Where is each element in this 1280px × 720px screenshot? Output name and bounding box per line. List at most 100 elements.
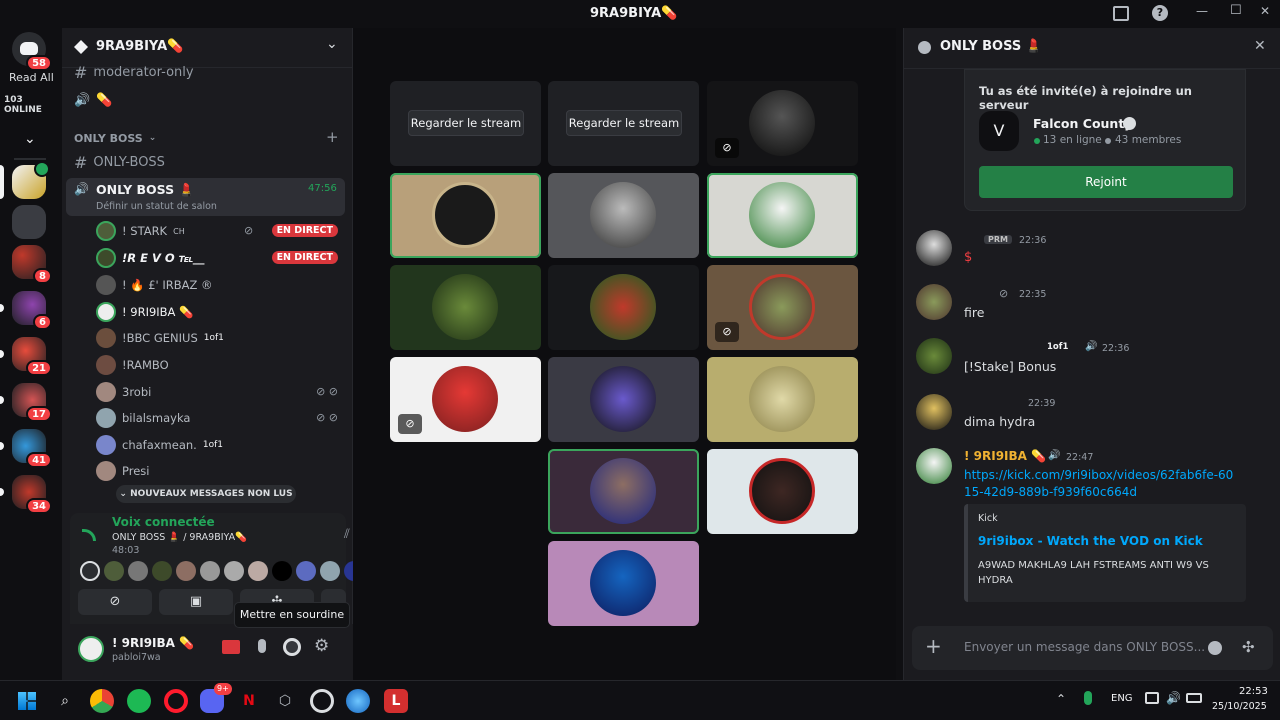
voice-user-presi[interactable]: Presi bbox=[96, 460, 149, 482]
server-omega[interactable] bbox=[12, 205, 46, 239]
stream-tile[interactable]: Regarder le stream bbox=[548, 81, 699, 166]
participant-avatar[interactable] bbox=[128, 561, 148, 581]
voice-user-rambo[interactable]: !RAMBO bbox=[96, 354, 169, 376]
spotify-icon[interactable] bbox=[127, 689, 151, 713]
invite-server-icon[interactable]: V bbox=[979, 111, 1019, 151]
server-folder-1[interactable]: 8 bbox=[12, 245, 52, 284]
server-folder-5[interactable]: 41 bbox=[0, 429, 52, 468]
avatar[interactable] bbox=[78, 636, 104, 662]
server-folder-4[interactable]: 17 bbox=[0, 383, 52, 422]
app-icon[interactable] bbox=[310, 689, 334, 713]
participant-avatar[interactable] bbox=[104, 561, 124, 581]
invite-server-name[interactable]: Falcon County bbox=[1033, 116, 1132, 131]
clock-time[interactable]: 22:53 bbox=[1239, 686, 1268, 697]
search-icon[interactable]: ⌕ bbox=[53, 689, 77, 713]
participant-tile[interactable] bbox=[548, 357, 699, 442]
join-server-button[interactable]: Rejoint bbox=[979, 166, 1233, 198]
server-folder-3[interactable]: 21 bbox=[0, 337, 52, 376]
inbox-icon[interactable] bbox=[1113, 6, 1129, 21]
netflix-icon[interactable]: N bbox=[237, 689, 261, 713]
voice-user-bbc-genius[interactable]: !BBC GENIUS 1of1 bbox=[96, 327, 224, 349]
participant-avatar[interactable] bbox=[320, 561, 340, 581]
participant-avatar[interactable] bbox=[80, 561, 100, 581]
home-button[interactable]: 58 bbox=[12, 32, 52, 71]
chevron-down-icon[interactable]: ⌄ bbox=[326, 36, 338, 52]
minimize-button[interactable]: — bbox=[1196, 4, 1208, 18]
avatar[interactable] bbox=[916, 394, 952, 430]
windows-start-icon[interactable] bbox=[15, 689, 39, 713]
app-icon[interactable] bbox=[346, 689, 370, 713]
add-attachment-icon[interactable]: + bbox=[925, 634, 942, 658]
avatar[interactable] bbox=[916, 284, 952, 320]
user-name[interactable]: ! 9RI9IBA 💊 bbox=[112, 636, 194, 650]
message-author[interactable]: ! 9RI9IBA 💊 bbox=[964, 449, 1046, 463]
channel-moderator-only[interactable]: # moderator-only bbox=[74, 61, 194, 83]
voice-user-irbaz[interactable]: ! 🔥 £' IRBAZ ® bbox=[96, 274, 213, 296]
microphone-icon[interactable] bbox=[258, 639, 266, 653]
message-composer[interactable]: + Envoyer un message dans ONLY BOSS... ✣ bbox=[912, 626, 1273, 670]
chevron-down-icon[interactable]: ⌄ bbox=[24, 131, 36, 147]
avatar[interactable] bbox=[916, 448, 952, 484]
microphone-icon[interactable] bbox=[1084, 691, 1092, 705]
participant-tile[interactable]: ⊘ bbox=[707, 265, 858, 350]
voice-user-revo[interactable]: !R E V O ℡__ bbox=[96, 247, 204, 269]
participant-tile[interactable] bbox=[707, 357, 858, 442]
watch-stream-button[interactable]: Regarder le stream bbox=[408, 110, 524, 136]
participant-tile[interactable] bbox=[548, 265, 699, 350]
add-channel-icon[interactable]: + bbox=[326, 128, 339, 146]
participant-avatar[interactable] bbox=[224, 561, 244, 581]
participant-tile[interactable] bbox=[707, 449, 858, 534]
stream-tile[interactable]: Regarder le stream bbox=[390, 81, 541, 166]
battery-icon[interactable] bbox=[1186, 693, 1202, 703]
participant-avatar[interactable] bbox=[248, 561, 268, 581]
participant-tile[interactable] bbox=[390, 265, 541, 350]
close-icon[interactable]: ✕ bbox=[1254, 38, 1266, 54]
voice-user-3robi[interactable]: 3robi bbox=[96, 381, 151, 403]
participant-tile[interactable] bbox=[707, 173, 858, 258]
voice-user-chafaxmean[interactable]: chafaxmean. 1of1 bbox=[96, 434, 223, 456]
voice-channel-extra[interactable]: 🔊 💊 bbox=[74, 89, 112, 111]
participant-avatar[interactable] bbox=[272, 561, 292, 581]
close-window-button[interactable]: ✕ bbox=[1260, 4, 1270, 18]
voice-channel-path[interactable]: ONLY BOSS 💄 / 9RA9BIYA💊 bbox=[112, 532, 247, 543]
participant-tile[interactable]: ⊘ bbox=[707, 81, 858, 166]
participant-avatar[interactable] bbox=[200, 561, 220, 581]
headphones-icon[interactable] bbox=[283, 638, 301, 656]
discord-icon[interactable]: 9+ bbox=[200, 683, 232, 713]
maximize-button[interactable]: ☐ bbox=[1230, 3, 1242, 18]
voice-user-stark[interactable]: ! STARK CH bbox=[96, 220, 185, 242]
voice-status[interactable]: Voix connectée bbox=[112, 515, 215, 529]
clock-date[interactable]: 25/10/2025 bbox=[1212, 701, 1267, 712]
server-9ra9biya[interactable] bbox=[0, 161, 50, 199]
server-folder-2[interactable]: 6 bbox=[0, 291, 52, 330]
volume-icon[interactable]: 🔊 bbox=[1166, 691, 1181, 705]
unread-messages-banner[interactable]: ⌄ NOUVEAUX MESSAGES NON LUS bbox=[116, 485, 296, 503]
participant-avatar[interactable] bbox=[296, 561, 316, 581]
voice-user-9ri9iba[interactable]: ! 9RI9IBA 💊 bbox=[96, 301, 193, 323]
category-only-boss[interactable]: ONLY BOSS ⌄ bbox=[74, 127, 156, 149]
voice-status-prompt[interactable]: Définir un statut de salon bbox=[96, 201, 217, 212]
participant-avatar[interactable] bbox=[152, 561, 172, 581]
participant-tile[interactable] bbox=[390, 173, 541, 258]
read-all-button[interactable]: Read All bbox=[9, 71, 54, 84]
participant-tile[interactable] bbox=[548, 173, 699, 258]
app-icon[interactable]: L bbox=[384, 689, 408, 713]
participant-tile[interactable] bbox=[548, 541, 699, 626]
apps-icon[interactable]: ✣ bbox=[1242, 638, 1255, 656]
network-icon[interactable] bbox=[1145, 692, 1159, 704]
help-icon[interactable]: ? bbox=[1152, 5, 1168, 21]
opera-icon[interactable] bbox=[164, 689, 188, 713]
camera-off-icon[interactable] bbox=[222, 640, 240, 654]
avatar[interactable] bbox=[916, 338, 952, 374]
message-input[interactable]: Envoyer un message dans ONLY BOSS... bbox=[964, 640, 1205, 654]
app-icon[interactable]: ⬡ bbox=[273, 689, 297, 713]
language-indicator[interactable]: ENG bbox=[1111, 693, 1133, 704]
participant-tile[interactable]: ⊘ bbox=[390, 357, 541, 442]
camera-off-button[interactable]: ⊘ bbox=[78, 589, 152, 615]
channel-only-boss[interactable]: # ONLY-BOSS bbox=[74, 151, 165, 173]
watch-stream-button[interactable]: Regarder le stream bbox=[566, 110, 682, 136]
participant-avatar[interactable] bbox=[176, 561, 196, 581]
voice-channel-active[interactable]: 🔊 ONLY BOSS 💄 47:56 Définir un statut de… bbox=[66, 178, 345, 216]
server-folder-6[interactable]: 34 bbox=[0, 475, 52, 514]
voice-user-bilalsmayka[interactable]: bilalsmayka bbox=[96, 407, 190, 429]
